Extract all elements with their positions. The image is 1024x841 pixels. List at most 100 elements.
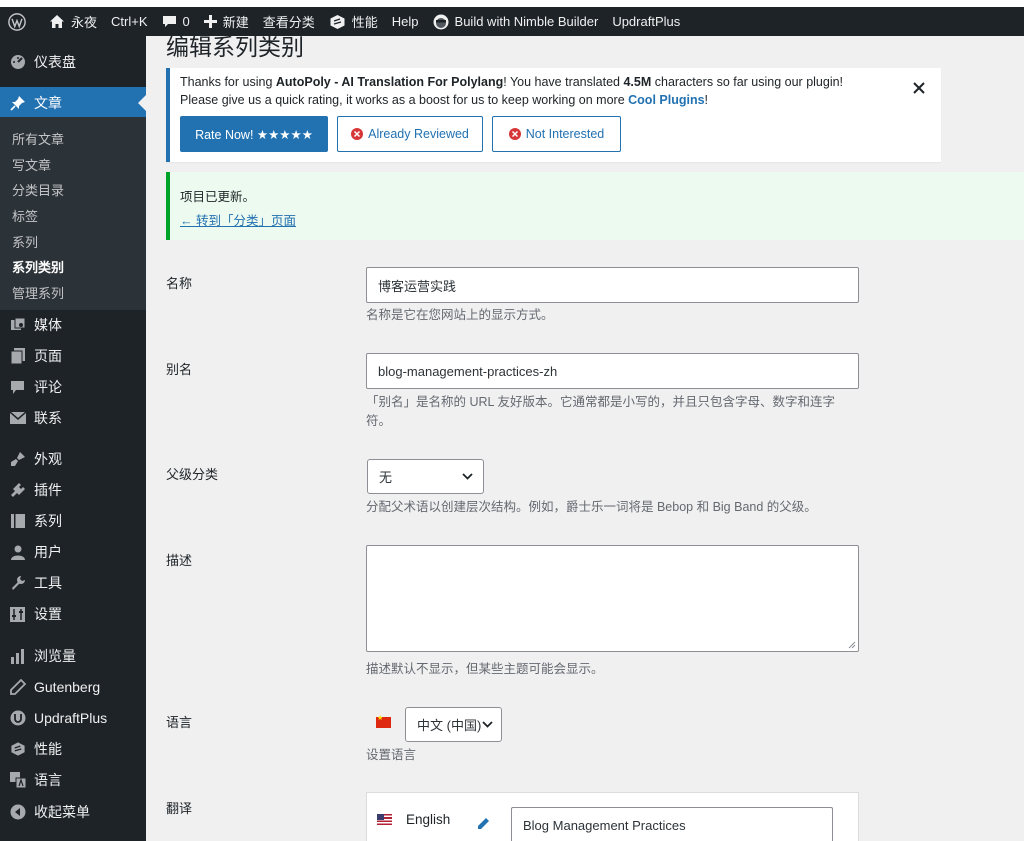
submenu-tags[interactable]: 标签 [12,206,38,225]
menu-appearance-label: 外观 [34,451,62,467]
parent-label: 父级分类 [166,467,219,482]
chevron-down-icon [482,720,493,728]
menu-settings[interactable]: 设置 [0,598,146,630]
command-palette-shortcut[interactable]: Ctrl+K [104,7,154,36]
comment-bubble-icon [162,16,176,27]
not-interested-button[interactable]: Not Interested [492,116,621,152]
new-content-link[interactable]: 新建 [197,7,256,36]
x-circle-icon [351,128,364,140]
name-description: 名称是它在您网站上的显示方式。 [366,308,554,322]
menu-posts-label: 文章 [34,94,62,111]
parent-select[interactable]: 无 [367,459,484,494]
menu-gutenberg[interactable]: Gutenberg [0,671,146,703]
description-hint: 描述默认不显示，但某些主题可能会显示。 [366,662,604,676]
menu-updraftplus-label: UpdraftPlus [34,710,108,726]
rating-notice-line-2: Please give us a quick rating, it works … [180,93,708,107]
language-select[interactable]: 中文 (中国) [405,707,502,742]
x-circle-icon [508,128,521,140]
rating-text-1: Thanks for using [180,75,276,89]
close-icon[interactable] [913,82,925,94]
collapse-arrow-icon [9,804,26,821]
menu-contact[interactable]: 联系 [0,402,146,434]
language-description: 设置语言 [366,748,417,762]
menu-appearance[interactable]: 外观 [0,443,146,475]
comments-count: 0 [182,14,190,29]
name-label: 名称 [166,276,193,291]
page-title: 编辑系列类别 [166,36,304,60]
nimble-builder-label: Build with Nimble Builder [454,14,599,29]
submenu-manage-series[interactable]: 管理系列 [12,283,64,302]
performance-label: 性能 [351,15,378,30]
help-link[interactable]: Help [385,7,426,36]
performance-link[interactable]: 性能 [322,7,385,36]
parent-selected-value: 无 [379,470,393,485]
back-to-categories-link[interactable]: ← 转到「分类」页面 [180,210,296,229]
chevron-down-icon [462,472,473,480]
menu-plugins[interactable]: 插件 [0,474,146,506]
rating-text-5: ! [704,93,709,107]
nimble-builder-link[interactable]: Build with Nimble Builder [426,7,606,36]
description-textarea[interactable] [366,545,859,652]
rating-text-2: ! You have translated [503,75,624,89]
posts-submenu: 所有文章 写文章 分类目录 标签 系列 系列类别 管理系列 [0,117,146,310]
edit-pencil-icon[interactable] [477,817,490,830]
submenu-all-posts[interactable]: 所有文章 [12,129,64,148]
menu-language[interactable]: 语言 [0,764,146,796]
user-icon [9,544,26,561]
view-category-link[interactable]: 查看分类 [256,7,322,36]
menu-comments[interactable]: 评论 [0,371,146,403]
menu-language-label: 语言 [34,772,62,788]
slug-description: 「别名」是名称的 URL 友好版本。它通常都是小写的，并且只包含字母、数字和连字… [366,395,835,428]
plugin-icon [9,482,26,499]
menu-series[interactable]: 系列 [0,505,146,537]
menu-contact-label: 联系 [34,410,62,426]
menu-updraftplus[interactable]: UpdraftPlus [0,702,146,734]
not-interested-label: Not Interested [525,127,605,141]
resize-grip-icon[interactable] [848,641,856,649]
plugin-name: AutoPoly - AI Translation For Polylang [275,75,504,89]
menu-settings-label: 设置 [34,606,62,622]
updraftplus-link[interactable]: UpdraftPlus [605,7,687,36]
menu-media[interactable]: 媒体 [0,309,146,341]
slug-input[interactable]: blog-management-practices-zh [366,353,859,389]
characters-count: 4.5M [623,75,652,89]
submenu-new-post[interactable]: 写文章 [12,155,51,174]
name-input[interactable]: 博客运营实践 [366,267,859,303]
translations-table: English Blog Management Practices [366,792,859,841]
menu-users[interactable]: 用户 [0,536,146,568]
rating-text-4: Please give us a quick rating, it works … [180,93,629,107]
performance-cube-icon [9,741,26,758]
cool-plugins-link[interactable]: Cool Plugins [628,93,704,107]
already-reviewed-button[interactable]: Already Reviewed [337,116,483,152]
autopoly-rating-notice: Thanks for using AutoPoly - AI Translati… [166,68,941,162]
menu-tools[interactable]: 工具 [0,567,146,599]
dashboard-gauge-icon [9,54,26,71]
language-label: 语言 [166,715,193,730]
rate-now-button[interactable]: Rate Now! ★★★★★ [180,116,328,152]
comments-link[interactable]: 0 [155,7,197,36]
china-flag-icon [376,714,391,728]
menu-gutenberg-label: Gutenberg [34,679,101,695]
translation-input[interactable]: Blog Management Practices [511,807,833,841]
site-name: 永夜 [71,15,98,30]
description-label: 描述 [166,553,193,568]
site-name-link[interactable]: 永夜 [42,7,104,36]
collapse-menu-button[interactable]: 收起菜单 [0,796,146,828]
translation-icon [9,772,26,789]
submenu-series[interactable]: 系列 [12,232,38,251]
settings-sliders-icon [9,606,26,623]
menu-dashboard[interactable]: 仪表盘 [0,46,146,78]
menu-posts[interactable]: 文章 [0,87,146,118]
wordpress-logo-icon[interactable] [0,7,42,36]
submenu-categories[interactable]: 分类目录 [12,180,64,199]
paintbrush-icon [9,451,26,468]
submenu-series-categories[interactable]: 系列类别 [12,257,64,276]
menu-stats[interactable]: 浏览量 [0,640,146,672]
translation-language: English [406,812,451,827]
menu-pages[interactable]: 页面 [0,340,146,372]
menu-pages-label: 页面 [34,348,62,364]
nimble-builder-icon [433,14,449,29]
menu-performance[interactable]: 性能 [0,733,146,765]
menu-dashboard-label: 仪表盘 [34,54,76,70]
collapse-menu-label: 收起菜单 [34,804,90,820]
